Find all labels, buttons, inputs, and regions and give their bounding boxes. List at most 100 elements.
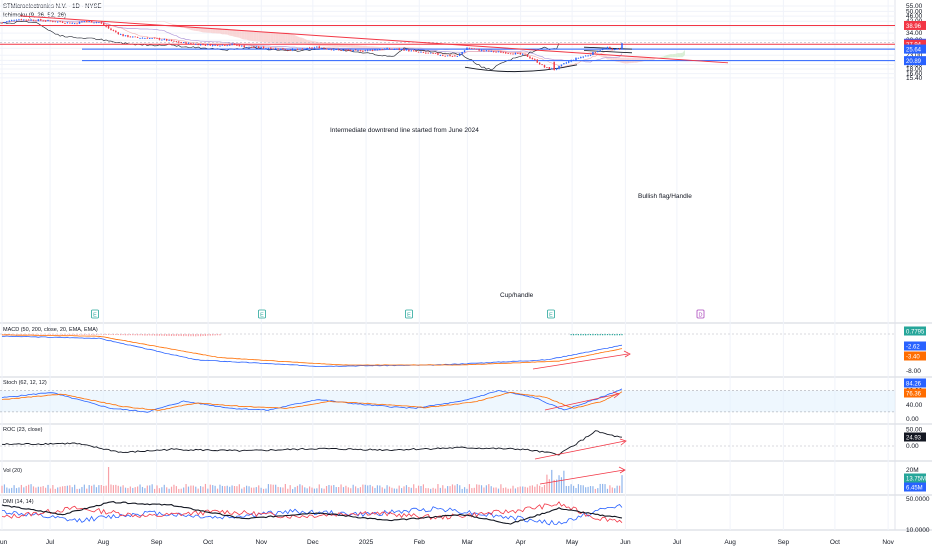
cloud-segment bbox=[680, 52, 683, 58]
candle-body bbox=[383, 48, 386, 50]
candle-body bbox=[110, 28, 112, 31]
candle-body bbox=[243, 45, 245, 48]
candle-body bbox=[391, 48, 393, 50]
candle-body bbox=[362, 51, 364, 52]
cloud-segment bbox=[682, 49, 685, 58]
candle-body bbox=[410, 50, 413, 52]
candle-body bbox=[221, 44, 224, 46]
candle-body bbox=[248, 46, 250, 48]
candle-body bbox=[604, 48, 606, 50]
candle-body bbox=[611, 48, 614, 50]
candle-body bbox=[32, 19, 35, 21]
cloud-segment bbox=[668, 54, 671, 58]
candle-body bbox=[231, 43, 233, 45]
candle-body bbox=[468, 47, 471, 49]
candle-body bbox=[54, 21, 57, 23]
cloud-segment bbox=[396, 47, 400, 49]
cloud-segment bbox=[137, 21, 141, 22]
bullish-flag-annotation: Bullish flag/Handle bbox=[638, 193, 692, 200]
roc-badge: 24.93 bbox=[904, 432, 926, 442]
candle-body bbox=[560, 64, 563, 66]
candle-body bbox=[352, 50, 354, 52]
roc-divergence-arrow bbox=[534, 440, 626, 460]
x-tick-label: Aug bbox=[98, 539, 110, 546]
candle-body bbox=[614, 48, 616, 51]
candle-body bbox=[71, 22, 73, 24]
candle-body bbox=[250, 46, 253, 48]
candle-body bbox=[124, 35, 127, 37]
candle-body bbox=[211, 44, 214, 46]
cloud-segment bbox=[256, 31, 259, 42]
cloud-segment bbox=[336, 43, 339, 47]
x-tick-label: Feb bbox=[414, 539, 426, 546]
cloud-segment bbox=[617, 57, 620, 63]
candle-body bbox=[42, 20, 44, 22]
downtrend-line bbox=[19, 15, 729, 64]
cloud-segment bbox=[253, 31, 257, 42]
cloud-segment bbox=[672, 53, 676, 58]
price-pane: 55.0050.0046.0042.0038.0034.0030.0026.00… bbox=[0, 3, 926, 319]
candle-body bbox=[374, 49, 376, 51]
candle-body bbox=[517, 53, 519, 54]
candle-body bbox=[475, 48, 478, 50]
x-tick-label: Jun bbox=[0, 539, 8, 546]
candle-body bbox=[163, 39, 165, 40]
candle-body bbox=[107, 26, 110, 29]
x-tick-label: May bbox=[566, 539, 579, 546]
candle-body bbox=[582, 56, 584, 58]
candle-body bbox=[478, 49, 480, 51]
cloud-segment bbox=[265, 31, 269, 43]
y-tick-label: 50.0000 bbox=[906, 496, 930, 503]
y-tick-label: 40.00 bbox=[906, 402, 923, 409]
candle-body bbox=[597, 51, 599, 52]
cloud-segment bbox=[263, 31, 266, 43]
y-tick-label: -8.00 bbox=[906, 368, 921, 375]
candle-body bbox=[592, 52, 594, 55]
candle-body bbox=[333, 49, 335, 51]
candle-body bbox=[369, 49, 371, 51]
candle-body bbox=[347, 49, 350, 51]
cloud-segment bbox=[360, 45, 363, 49]
candle-body bbox=[260, 46, 262, 48]
candle-body bbox=[289, 49, 291, 51]
candle-body bbox=[420, 51, 422, 53]
pane-title: DMI (14, 14) bbox=[3, 499, 34, 505]
macd-signal-badge-value: -3.40 bbox=[906, 354, 920, 360]
earnings-marker-letter: E bbox=[93, 313, 97, 319]
earnings-marker: E bbox=[547, 309, 555, 319]
candle-body bbox=[173, 40, 175, 42]
candle-body bbox=[129, 36, 132, 38]
cloud-segment bbox=[280, 32, 283, 44]
cloud-segment bbox=[382, 47, 385, 49]
cloud-segment bbox=[144, 21, 148, 22]
candle-body bbox=[81, 21, 83, 23]
candle-body bbox=[175, 41, 178, 42]
candle-body bbox=[37, 19, 40, 21]
roc-line bbox=[1, 430, 623, 456]
cloud-segment bbox=[670, 54, 673, 58]
candle-body bbox=[621, 43, 623, 50]
roc-badge-value: 24.93 bbox=[906, 435, 922, 441]
candle-body bbox=[8, 20, 10, 22]
cloud-segment bbox=[602, 55, 606, 58]
cloud-segment bbox=[268, 31, 271, 43]
x-tick-label: Oct bbox=[203, 539, 213, 546]
cloud-segment bbox=[379, 46, 383, 49]
earnings-marker-letter: E bbox=[549, 313, 553, 319]
cloud-segment bbox=[394, 47, 397, 49]
candle-body bbox=[66, 22, 69, 24]
candle-body bbox=[599, 50, 601, 52]
stock-chart[interactable]: Jun Jul Aug Sep Oct Nov Dec 2025 Feb Mar Apr May Jun… bbox=[0, 0, 932, 550]
candle-body bbox=[463, 50, 466, 53]
price-badge: 38.96 bbox=[904, 20, 926, 30]
cloud-segment bbox=[157, 21, 160, 22]
cloud-segment bbox=[312, 40, 315, 46]
candle-body bbox=[168, 39, 170, 41]
candle-body bbox=[589, 54, 592, 56]
candle-body bbox=[241, 45, 243, 47]
candle-body bbox=[95, 22, 98, 24]
cloud-segment bbox=[614, 57, 618, 62]
cloud-segment bbox=[384, 47, 388, 49]
cloud-segment bbox=[275, 32, 279, 44]
candle-body bbox=[23, 19, 25, 21]
